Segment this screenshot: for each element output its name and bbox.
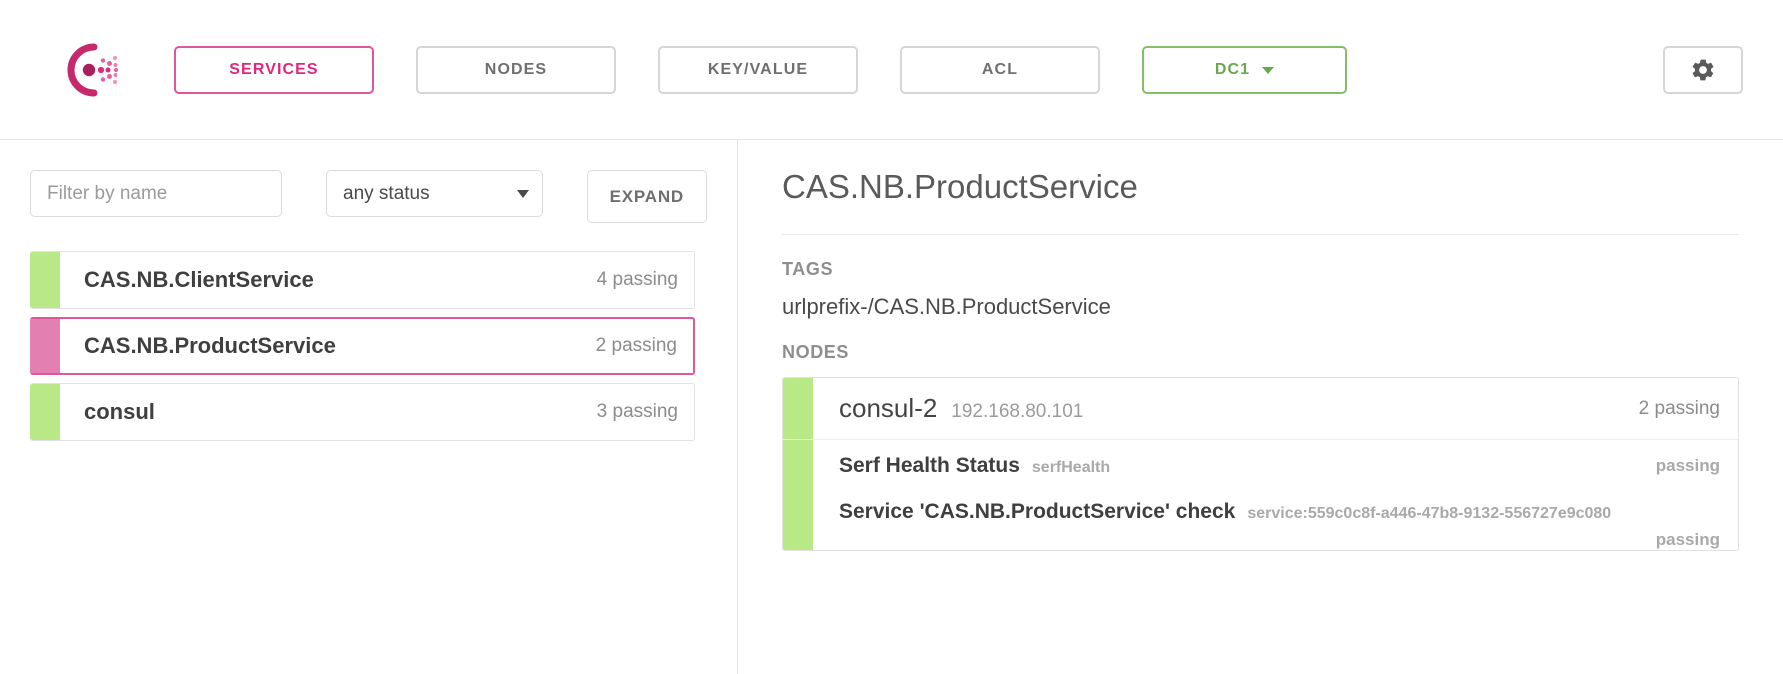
check-identity: Service 'CAS.NB.ProductService' check se… bbox=[839, 500, 1611, 524]
health-check-row-serf[interactable]: Serf Health Status serfHealth passing bbox=[783, 440, 1738, 492]
node-ip-address: 192.168.80.101 bbox=[951, 401, 1083, 423]
service-status-count: 4 passing bbox=[597, 269, 678, 291]
nav-tab-services-label: SERVICES bbox=[229, 61, 318, 79]
service-item-body: CAS.NB.ClientService 4 passing bbox=[60, 252, 694, 308]
node-status-count: 2 passing bbox=[1639, 398, 1720, 420]
services-sidebar: any status EXPAND CAS.NB.ClientService 4… bbox=[0, 140, 738, 674]
check-status: passing bbox=[1656, 456, 1720, 476]
service-detail-panel: CAS.NB.ProductService TAGS urlprefix-/CA… bbox=[738, 140, 1783, 674]
node-row[interactable]: consul-2 192.168.80.101 2 passing bbox=[783, 378, 1738, 440]
service-list-item-client-service[interactable]: CAS.NB.ClientService 4 passing bbox=[30, 251, 695, 309]
service-status-count: 2 passing bbox=[596, 335, 677, 357]
status-indicator-bar bbox=[30, 319, 60, 373]
service-name: consul bbox=[84, 399, 155, 425]
node-identity: consul-2 192.168.80.101 bbox=[839, 393, 1083, 424]
nav-tab-nodes-label: NODES bbox=[485, 61, 547, 79]
main-nav: SERVICES NODES KEY/VALUE ACL DC1 bbox=[174, 46, 1621, 94]
tags-section-label: TAGS bbox=[782, 259, 1739, 280]
page-body: any status EXPAND CAS.NB.ClientService 4… bbox=[0, 140, 1783, 674]
check-status-indicator-bar bbox=[783, 440, 813, 492]
consul-logo[interactable] bbox=[60, 39, 122, 101]
chevron-down-icon bbox=[1262, 67, 1274, 74]
check-name: Serf Health Status bbox=[839, 454, 1020, 478]
nav-tab-acl-label: ACL bbox=[982, 61, 1018, 79]
service-list: CAS.NB.ClientService 4 passing CAS.NB.Pr… bbox=[30, 251, 695, 441]
check-id: serfHealth bbox=[1032, 459, 1110, 477]
check-row-body: Serf Health Status serfHealth passing bbox=[813, 440, 1738, 492]
health-check-row-service[interactable]: Service 'CAS.NB.ProductService' check se… bbox=[783, 492, 1738, 550]
expand-button[interactable]: EXPAND bbox=[587, 170, 707, 223]
node-row-body: consul-2 192.168.80.101 2 passing bbox=[813, 378, 1738, 439]
node-card: consul-2 192.168.80.101 2 passing Serf H… bbox=[782, 377, 1739, 551]
datacenter-selector[interactable]: DC1 bbox=[1142, 46, 1347, 94]
status-filter-wrapper: any status bbox=[326, 170, 543, 217]
status-filter-select[interactable]: any status bbox=[326, 170, 543, 217]
nav-tab-nodes[interactable]: NODES bbox=[416, 46, 616, 94]
nav-tab-acl[interactable]: ACL bbox=[900, 46, 1100, 94]
service-name: CAS.NB.ClientService bbox=[84, 267, 314, 293]
check-status-indicator-bar bbox=[783, 492, 813, 550]
node-name: consul-2 bbox=[839, 393, 937, 424]
nav-tab-key-value-label: KEY/VALUE bbox=[708, 61, 808, 79]
service-list-item-consul[interactable]: consul 3 passing bbox=[30, 383, 695, 441]
check-identity: Serf Health Status serfHealth bbox=[839, 454, 1110, 478]
service-item-body: consul 3 passing bbox=[60, 384, 694, 440]
filter-toolbar: any status EXPAND bbox=[30, 170, 707, 223]
check-status: passing bbox=[839, 530, 1720, 550]
service-item-body: CAS.NB.ProductService 2 passing bbox=[60, 319, 693, 373]
service-status-count: 3 passing bbox=[597, 401, 678, 423]
service-list-item-product-service[interactable]: CAS.NB.ProductService 2 passing bbox=[30, 317, 695, 375]
service-name: CAS.NB.ProductService bbox=[84, 333, 336, 359]
title-divider bbox=[782, 234, 1739, 235]
check-name: Service 'CAS.NB.ProductService' check bbox=[839, 500, 1235, 524]
search-input[interactable] bbox=[30, 170, 282, 217]
nodes-section-label: NODES bbox=[782, 342, 1739, 363]
check-row-body: Service 'CAS.NB.ProductService' check se… bbox=[813, 492, 1738, 550]
status-indicator-bar bbox=[30, 384, 60, 440]
datacenter-label: DC1 bbox=[1215, 61, 1250, 79]
gear-icon bbox=[1690, 57, 1716, 83]
check-id: service:559c0c8f-a446-47b8-9132-556727e9… bbox=[1247, 505, 1611, 523]
top-navigation-bar: SERVICES NODES KEY/VALUE ACL DC1 bbox=[0, 0, 1783, 140]
settings-button[interactable] bbox=[1663, 46, 1743, 94]
node-status-indicator-bar bbox=[783, 378, 813, 439]
status-indicator-bar bbox=[30, 252, 60, 308]
page-title: CAS.NB.ProductService bbox=[782, 168, 1739, 206]
nav-tab-key-value[interactable]: KEY/VALUE bbox=[658, 46, 858, 94]
tag-value: urlprefix-/CAS.NB.ProductService bbox=[782, 294, 1739, 320]
nav-tab-services[interactable]: SERVICES bbox=[174, 46, 374, 94]
